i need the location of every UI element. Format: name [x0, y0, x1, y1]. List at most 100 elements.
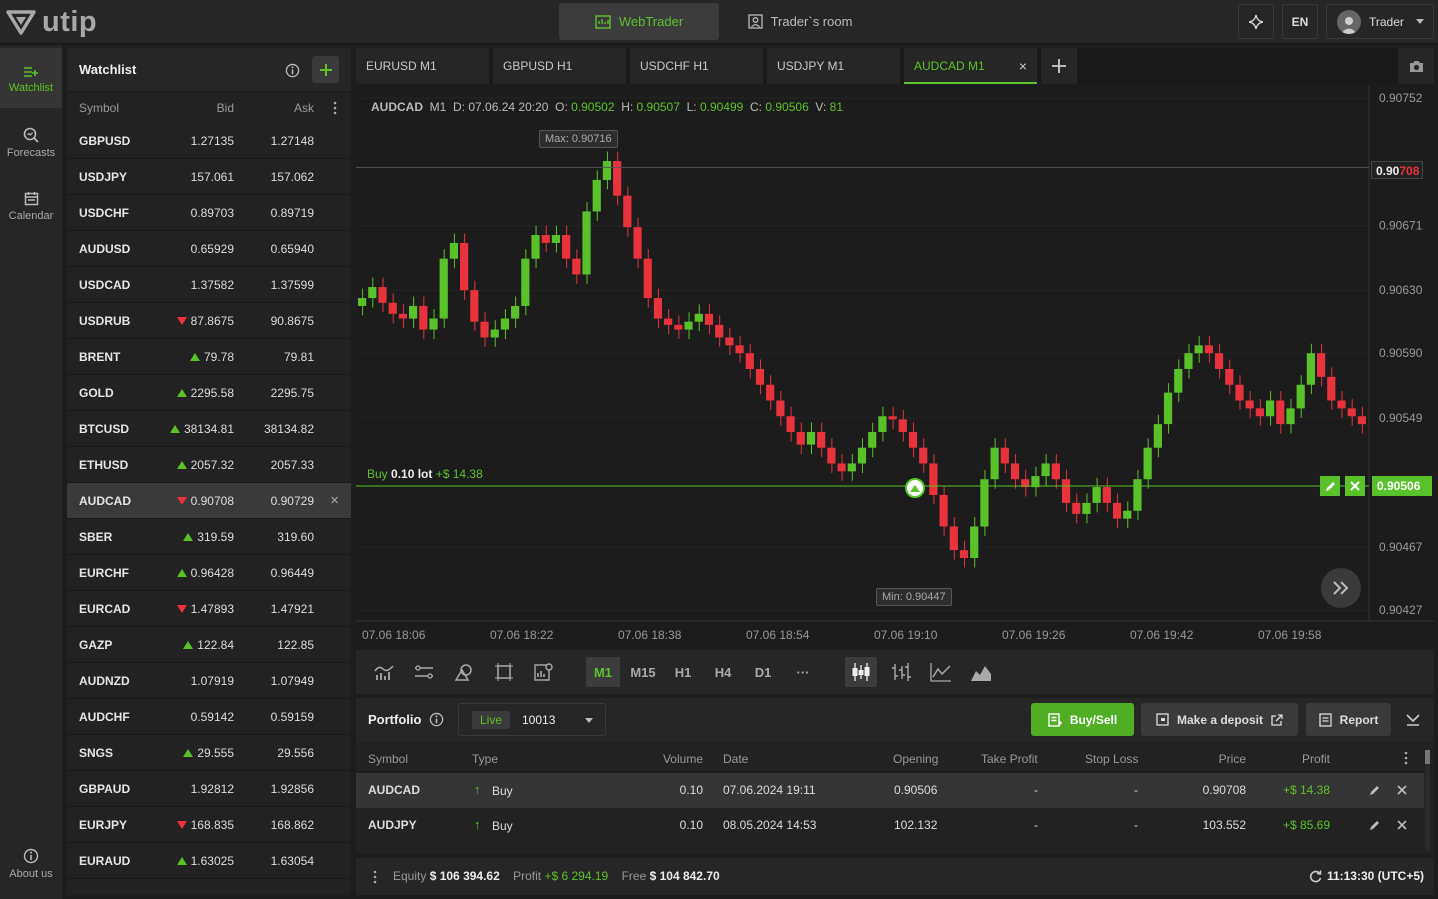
timeframe-h1[interactable]: H1: [666, 657, 700, 687]
nav-about[interactable]: About us: [0, 848, 62, 880]
watchlist-row-gold[interactable]: GOLD 2295.58 2295.75: [67, 375, 351, 411]
candle: [1061, 479, 1071, 503]
add-tab-button[interactable]: [1041, 48, 1077, 84]
candle: [755, 368, 765, 385]
portfolio-row[interactable]: AUDCAD ↑ Buy 0.10 07.06.2024 19:11 0.90506 - - 0…: [356, 773, 1424, 808]
watchlist-row-sngs[interactable]: SNGS 29.555 29.556: [67, 735, 351, 771]
watchlist-row-eurjpy[interactable]: EURJPY 168.835 168.862: [67, 807, 351, 843]
watchlist-row-btcusd[interactable]: BTCUSD 38134.81 38134.82: [67, 411, 351, 447]
close-icon[interactable]: [1397, 820, 1407, 830]
language-button[interactable]: EN: [1282, 4, 1318, 39]
position-label[interactable]: Buy 0.10 lot +$ 14.38: [367, 467, 483, 481]
more-vertical-icon[interactable]: [1403, 751, 1409, 765]
close-icon[interactable]: ×: [1019, 58, 1027, 74]
indicators-button[interactable]: [368, 657, 400, 687]
info-icon[interactable]: [429, 712, 444, 727]
close-icon[interactable]: ×: [330, 492, 339, 509]
more-vertical-icon[interactable]: [332, 101, 338, 115]
price-chart[interactable]: AUDCAD M1 D: 07.06.24 20:20 O: 0.90502 H…: [356, 86, 1434, 648]
nav-watchlist[interactable]: Watchlist: [0, 48, 62, 108]
watchlist-row-euraud[interactable]: EURAUD 1.63025 1.63054: [67, 843, 351, 879]
lines-button[interactable]: [408, 657, 440, 687]
watchlist-row-gbpusd[interactable]: GBPUSD 1.27135 1.27148: [67, 123, 351, 159]
add-symbol-button[interactable]: [312, 56, 339, 83]
nav-calendar[interactable]: Calendar: [0, 191, 62, 222]
pencil-icon[interactable]: [1369, 785, 1380, 796]
scrollbar-thumb[interactable]: [1425, 750, 1430, 764]
watchlist-row-audcad[interactable]: AUDCAD 0.90708 0.90729 ×: [67, 483, 351, 519]
webtrader-button[interactable]: WebTrader: [559, 3, 719, 40]
chart-canvas[interactable]: 0.90752 0.90671 0.90630 0.90590 0.90549 0.904…: [356, 86, 1434, 648]
y-tick-label: 0.90590: [1379, 346, 1423, 360]
candle: [1225, 368, 1234, 385]
area-chart-button[interactable]: [965, 657, 997, 687]
tab-usdchf[interactable]: USDCHF H1: [630, 48, 763, 84]
watchlist-row-brent[interactable]: BRENT 79.78 79.81: [67, 339, 351, 375]
wallet-icon: [1156, 713, 1169, 726]
watchlist-row-eurchf[interactable]: EURCHF 0.96428 0.96449: [67, 555, 351, 591]
position-volume: 0.10: [679, 818, 703, 832]
watchlist-row-usdchf[interactable]: USDCHF 0.89703 0.89719: [67, 195, 351, 231]
scroll-to-end-button[interactable]: [1321, 568, 1361, 608]
watchlist-row-usdrub[interactable]: USDRUB 87.8675 90.8675: [67, 303, 351, 339]
buy-sell-button[interactable]: Buy/Sell: [1031, 703, 1134, 736]
timeframe-d1[interactable]: D1: [746, 657, 780, 687]
frame-button[interactable]: [488, 657, 520, 687]
tab-audcad[interactable]: AUDCAD M1 ×: [904, 48, 1037, 84]
watchlist-header: Watchlist: [67, 48, 351, 92]
tab-eurusd[interactable]: EURUSD M1: [356, 48, 489, 84]
edit-position-button[interactable]: [1320, 476, 1340, 496]
bid-price: 1.07919: [191, 674, 234, 688]
max-label: Max: 0.90716: [539, 130, 618, 148]
portfolio-row[interactable]: AUDJPY ↑ Buy 0.10 08.05.2024 14:53 102.132 - - 1…: [356, 808, 1424, 843]
close-icon[interactable]: [1397, 785, 1407, 795]
traders-room-button[interactable]: Trader`s room: [735, 3, 865, 40]
pencil-icon[interactable]: [1369, 820, 1380, 831]
position-price: 103.552: [1202, 818, 1246, 832]
collapse-icon[interactable]: [1406, 712, 1420, 726]
app-logo[interactable]: utip: [6, 6, 97, 38]
more-timeframes-button[interactable]: ···: [786, 657, 820, 687]
close-position-button[interactable]: [1345, 476, 1365, 496]
watchlist-row-audchf[interactable]: AUDCHF 0.59142 0.59159: [67, 699, 351, 735]
candle: [1204, 345, 1213, 354]
ask-price: 0.89719: [270, 206, 314, 220]
ask-price: 90.8675: [270, 314, 314, 328]
ask-price: 29.556: [277, 746, 314, 760]
info-icon[interactable]: [285, 63, 300, 78]
tab-usdjpy[interactable]: USDJPY M1: [767, 48, 900, 84]
watchlist-row-audnzd[interactable]: AUDNZD 1.07919 1.07949: [67, 663, 351, 699]
watchlist-row-audusd[interactable]: AUDUSD 0.65929 0.65940: [67, 231, 351, 267]
line-chart-button[interactable]: [925, 657, 957, 687]
nav-forecasts[interactable]: Forecasts: [0, 127, 62, 159]
chevron-down-icon: [585, 718, 593, 723]
bars-button[interactable]: [885, 657, 917, 687]
trend-up-icon: [183, 533, 194, 541]
watchlist-row-usdcad[interactable]: USDCAD 1.37582 1.37599: [67, 267, 351, 303]
report-button[interactable]: Report: [1306, 703, 1391, 736]
watchlist-row-eurcad[interactable]: EURCAD 1.47893 1.47921: [67, 591, 351, 627]
chart-settings-button[interactable]: [528, 657, 560, 687]
column-date: Date: [723, 752, 749, 766]
bid-value: 0.89703: [190, 206, 234, 220]
timeframe-m1[interactable]: M1: [586, 657, 620, 687]
watchlist-row-usdjpy[interactable]: USDJPY 157.061 157.062: [67, 159, 351, 195]
user-menu[interactable]: Trader: [1326, 4, 1434, 39]
portfolio-scrollbar[interactable]: [1425, 750, 1430, 850]
candles-button[interactable]: [845, 657, 877, 687]
shapes-button[interactable]: [448, 657, 480, 687]
sparkle-button[interactable]: [1238, 4, 1274, 39]
screenshot-button[interactable]: [1398, 48, 1434, 84]
timeframe-m15[interactable]: M15: [626, 657, 660, 687]
watchlist-row-gazp[interactable]: GAZP 122.84 122.85: [67, 627, 351, 663]
make-deposit-button[interactable]: Make a deposit: [1141, 703, 1298, 736]
watchlist-row-gbpaud[interactable]: GBPAUD 1.92812 1.92856: [67, 771, 351, 807]
candle: [511, 305, 520, 319]
watchlist-row-ethusd[interactable]: ETHUSD 2057.32 2057.33: [67, 447, 351, 483]
tab-gbpusd[interactable]: GBPUSD H1: [493, 48, 626, 84]
buy-entry-marker[interactable]: [905, 478, 925, 498]
more-vertical-icon[interactable]: [372, 870, 378, 884]
watchlist-row-sber[interactable]: SBER 319.59 319.60: [67, 519, 351, 555]
account-selector[interactable]: Live 10013: [458, 703, 606, 736]
timeframe-h4[interactable]: H4: [706, 657, 740, 687]
